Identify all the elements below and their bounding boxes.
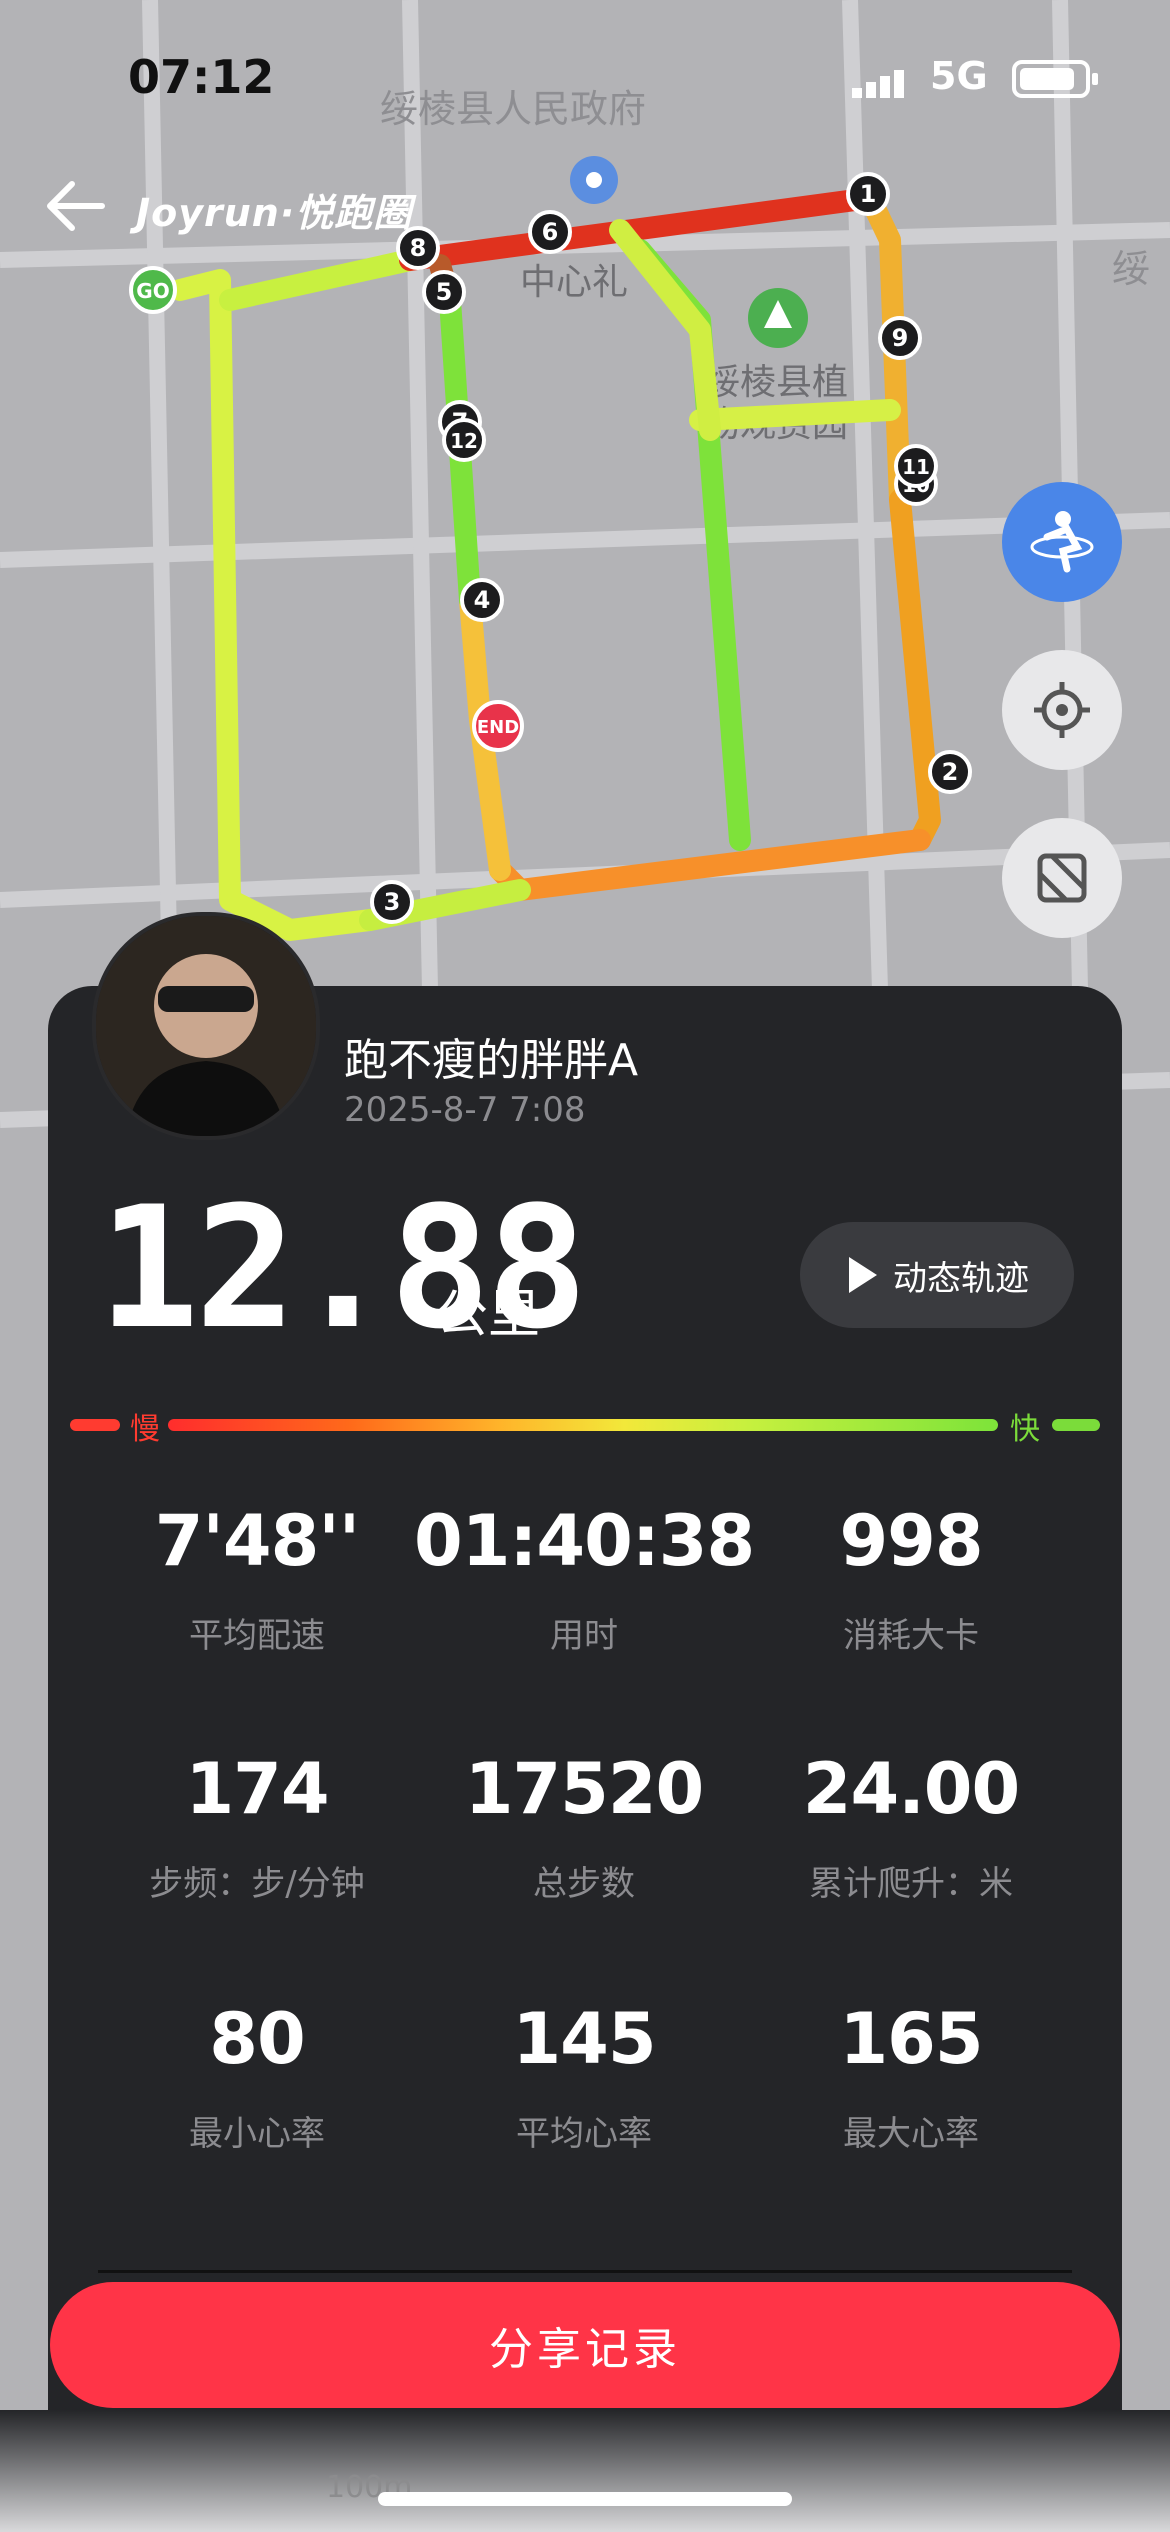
avatar-image — [96, 916, 316, 1136]
stat-item: 165 最大心率 — [741, 1998, 1081, 2155]
stat-label: 总步数 — [533, 1864, 635, 1904]
stat-value: 80 — [209, 1998, 305, 2080]
stat-value: 24.00 — [802, 1748, 1020, 1830]
km-marker-label: 12 — [450, 429, 478, 453]
stat-item: 80 最小心率 — [87, 1998, 427, 2155]
km-marker-label: 1 — [860, 180, 877, 208]
share-record-button[interactable]: 分享记录 — [50, 2282, 1120, 2408]
stat-value: 7'48'' — [154, 1500, 360, 1582]
distance-unit: 公里 — [436, 1285, 541, 1345]
stat-value: 174 — [185, 1748, 329, 1830]
km-marker-4[interactable]: 4 — [460, 578, 504, 622]
stat-label: 步频：步/分钟 — [149, 1864, 365, 1904]
stat-value: 17520 — [464, 1748, 705, 1830]
divider — [98, 2270, 1072, 2273]
stat-label: 消耗大卡 — [843, 1616, 979, 1656]
stat-value: 998 — [839, 1500, 983, 1582]
play-icon — [849, 1257, 877, 1293]
start-marker-icon: GO — [129, 266, 177, 314]
end-marker-icon: END — [472, 700, 524, 752]
stat-value: 01:40:38 — [414, 1500, 755, 1582]
km-marker-1[interactable]: 1 — [846, 172, 890, 216]
stat-item: 17520 总步数 — [414, 1748, 754, 1905]
km-marker-6[interactable]: 6 — [528, 210, 572, 254]
map-pin-icon — [570, 156, 618, 204]
km-marker-label: 3 — [384, 888, 401, 916]
signal-icon — [852, 64, 916, 102]
km-marker-label: 5 — [436, 278, 453, 306]
locate-icon — [1034, 682, 1090, 738]
speed-slow-label: 慢 — [130, 1412, 160, 1447]
stat-value: 165 — [839, 1998, 983, 2080]
km-marker-12[interactable]: 12 — [442, 418, 486, 462]
svg-text:END: END — [477, 717, 519, 738]
layers-icon — [1037, 853, 1087, 903]
stat-item: 7'48'' 平均配速 — [87, 1500, 427, 1657]
brand-logo: Joyrun·悦跑圈 — [136, 191, 413, 235]
km-marker-label: 8 — [410, 234, 427, 262]
park-pin-icon — [748, 288, 808, 348]
locate-button[interactable] — [1002, 650, 1122, 770]
back-button[interactable] — [44, 178, 114, 238]
stat-item: 174 步频：步/分钟 — [87, 1748, 427, 1905]
map-label-edge: 绥 — [1112, 247, 1150, 291]
km-marker-label: 4 — [474, 586, 491, 614]
stat-item: 24.00 累计爬升：米 — [741, 1748, 1081, 1905]
replay-label: 动态轨迹 — [893, 1258, 1029, 1299]
stat-item: 998 消耗大卡 — [741, 1500, 1081, 1657]
bottom-fade — [0, 2410, 1170, 2532]
home-indicator[interactable] — [378, 2492, 792, 2506]
network-label: 5G — [930, 54, 988, 98]
runner-mode-button[interactable] — [1002, 482, 1122, 602]
stat-label: 用时 — [550, 1616, 618, 1656]
km-marker-2[interactable]: 2 — [928, 750, 972, 794]
status-time: 07:12 — [128, 50, 275, 104]
stat-label: 平均心率 — [516, 2114, 652, 2154]
stat-label: 平均配速 — [189, 1616, 325, 1656]
stat-value: 145 — [512, 1998, 656, 2080]
runner-icon — [1030, 511, 1094, 573]
stat-item: 01:40:38 用时 — [414, 1500, 755, 1657]
username: 跑不瘦的胖胖A — [344, 1035, 639, 1086]
avatar[interactable] — [92, 912, 320, 1140]
battery-icon — [1012, 60, 1098, 98]
km-marker-3[interactable]: 3 — [370, 880, 414, 924]
km-marker-5[interactable]: 5 — [422, 270, 466, 314]
stat-label: 累计爬升：米 — [809, 1864, 1013, 1904]
map-label-center: 中心礼 — [520, 262, 628, 303]
km-marker-label: 9 — [892, 324, 909, 352]
km-marker-label: 11 — [902, 455, 930, 479]
replay-track-button[interactable]: 动态轨迹 — [800, 1222, 1074, 1328]
status-bar: 07:12 5G — [0, 48, 1170, 108]
km-marker-9[interactable]: 9 — [878, 316, 922, 360]
stat-item: 145 平均心率 — [414, 1998, 754, 2155]
map-layer-button[interactable] — [1002, 818, 1122, 938]
stat-label: 最大心率 — [843, 2114, 979, 2154]
speed-fast-label: 快 — [1010, 1412, 1040, 1447]
speed-legend: 慢 快 — [70, 1412, 1100, 1447]
stat-label: 最小心率 — [189, 2114, 325, 2154]
km-marker-label: 6 — [542, 218, 559, 246]
back-arrow-icon — [47, 181, 105, 231]
km-marker-11[interactable]: 11 — [894, 444, 938, 488]
map-label-garden-1: 绥棱县植 — [704, 362, 848, 403]
svg-text:GO: GO — [136, 279, 169, 303]
run-date: 2025-8-7 7:08 — [344, 1090, 586, 1130]
km-marker-label: 2 — [942, 758, 959, 786]
